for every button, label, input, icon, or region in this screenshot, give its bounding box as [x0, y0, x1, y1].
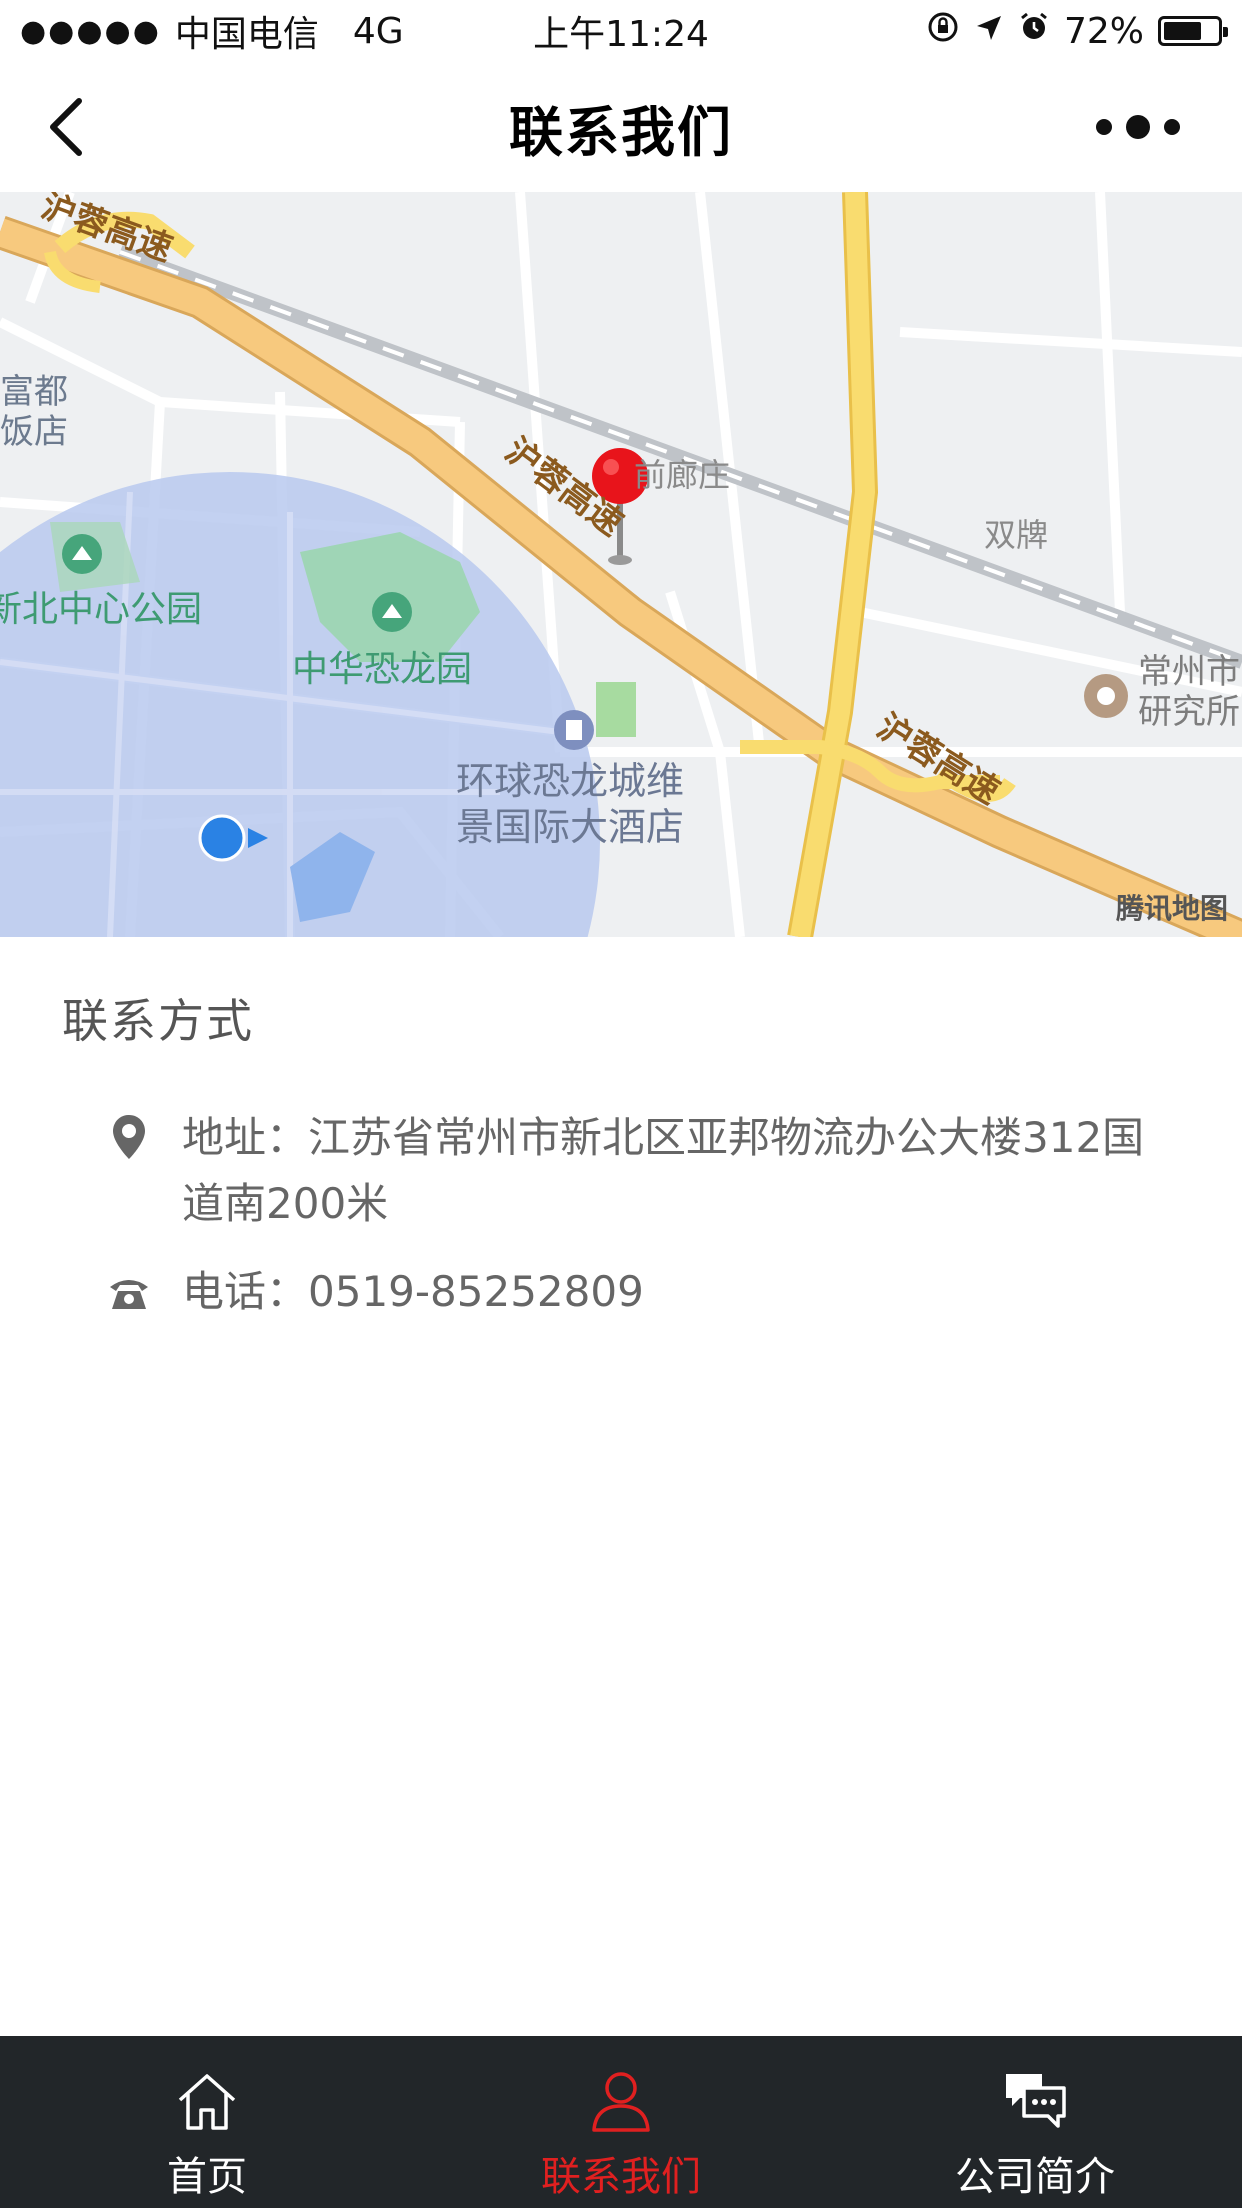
telephone-icon	[108, 1269, 150, 1317]
address-text: 地址：江苏省常州市新北区亚邦物流办公大楼312国道南200米	[182, 1113, 1145, 1228]
nav-bar: 联系我们	[0, 62, 1242, 192]
signal-strength-icon: ●●●●●	[20, 13, 161, 49]
map-label-village: 双牌	[984, 516, 1049, 554]
battery-icon	[1158, 16, 1228, 46]
map-label-dinosaur-park: 中华恐龙园	[292, 649, 473, 690]
screen: ●●●●● 中国电信 4G 上午11:24 72% 联系我们 沪蓉高速 沪蓉高速…	[0, 0, 1242, 2208]
person-icon	[586, 2066, 656, 2136]
status-left: ●●●●● 中国电信 4G	[20, 5, 404, 57]
map-provider-logo: 腾讯地图	[1115, 892, 1228, 925]
battery-percent: 72%	[1063, 10, 1144, 52]
map-label-hotel: 环球恐龙城维景国际大酒店	[456, 759, 685, 849]
phone-text[interactable]: 电话：0519-85252809	[182, 1259, 1172, 1325]
tab-label: 联系我们	[541, 2154, 701, 2200]
status-bar: ●●●●● 中国电信 4G 上午11:24 72%	[0, 0, 1242, 62]
carrier-name: 中国电信	[174, 14, 319, 55]
tab-home[interactable]: 首页	[0, 2036, 414, 2208]
more-dots-icon	[1096, 115, 1180, 139]
home-icon	[172, 2066, 242, 2136]
map-marker-icon	[108, 1113, 150, 1161]
chat-icon	[1000, 2066, 1070, 2136]
page-title: 联系我们	[509, 100, 733, 164]
battery-level	[1164, 22, 1202, 40]
tab-label: 首页	[167, 2154, 247, 2200]
back-button[interactable]	[30, 92, 100, 162]
chevron-left-icon	[50, 98, 82, 156]
section-title: 联系方式	[62, 994, 254, 1048]
alarm-icon	[1018, 11, 1050, 52]
map-label-village: 前廊庄	[634, 456, 731, 494]
tab-bar: 首页 联系我们 公司简介	[0, 2036, 1242, 2208]
tab-company-profile[interactable]: 公司简介	[828, 2036, 1242, 2208]
tab-label: 公司简介	[955, 2154, 1115, 2200]
tab-contact[interactable]: 联系我们	[414, 2036, 828, 2208]
rotation-lock-icon	[926, 10, 960, 53]
map-label-hotel-partial: 富都 饭店	[0, 372, 68, 452]
status-right: 72%	[926, 10, 1228, 53]
map-label-park: 新北中心公园	[0, 589, 203, 630]
map-label-institute: 常州市 研究所	[1138, 652, 1240, 732]
location-arrow-icon	[974, 11, 1004, 52]
more-button[interactable]	[1092, 102, 1202, 152]
network-type: 4G	[352, 10, 404, 52]
map-view[interactable]: 沪蓉高速 沪蓉高速 沪蓉高速 富都 饭店 新北中心公园 中华恐龙园 前廊庄 双牌 …	[0, 192, 1242, 937]
